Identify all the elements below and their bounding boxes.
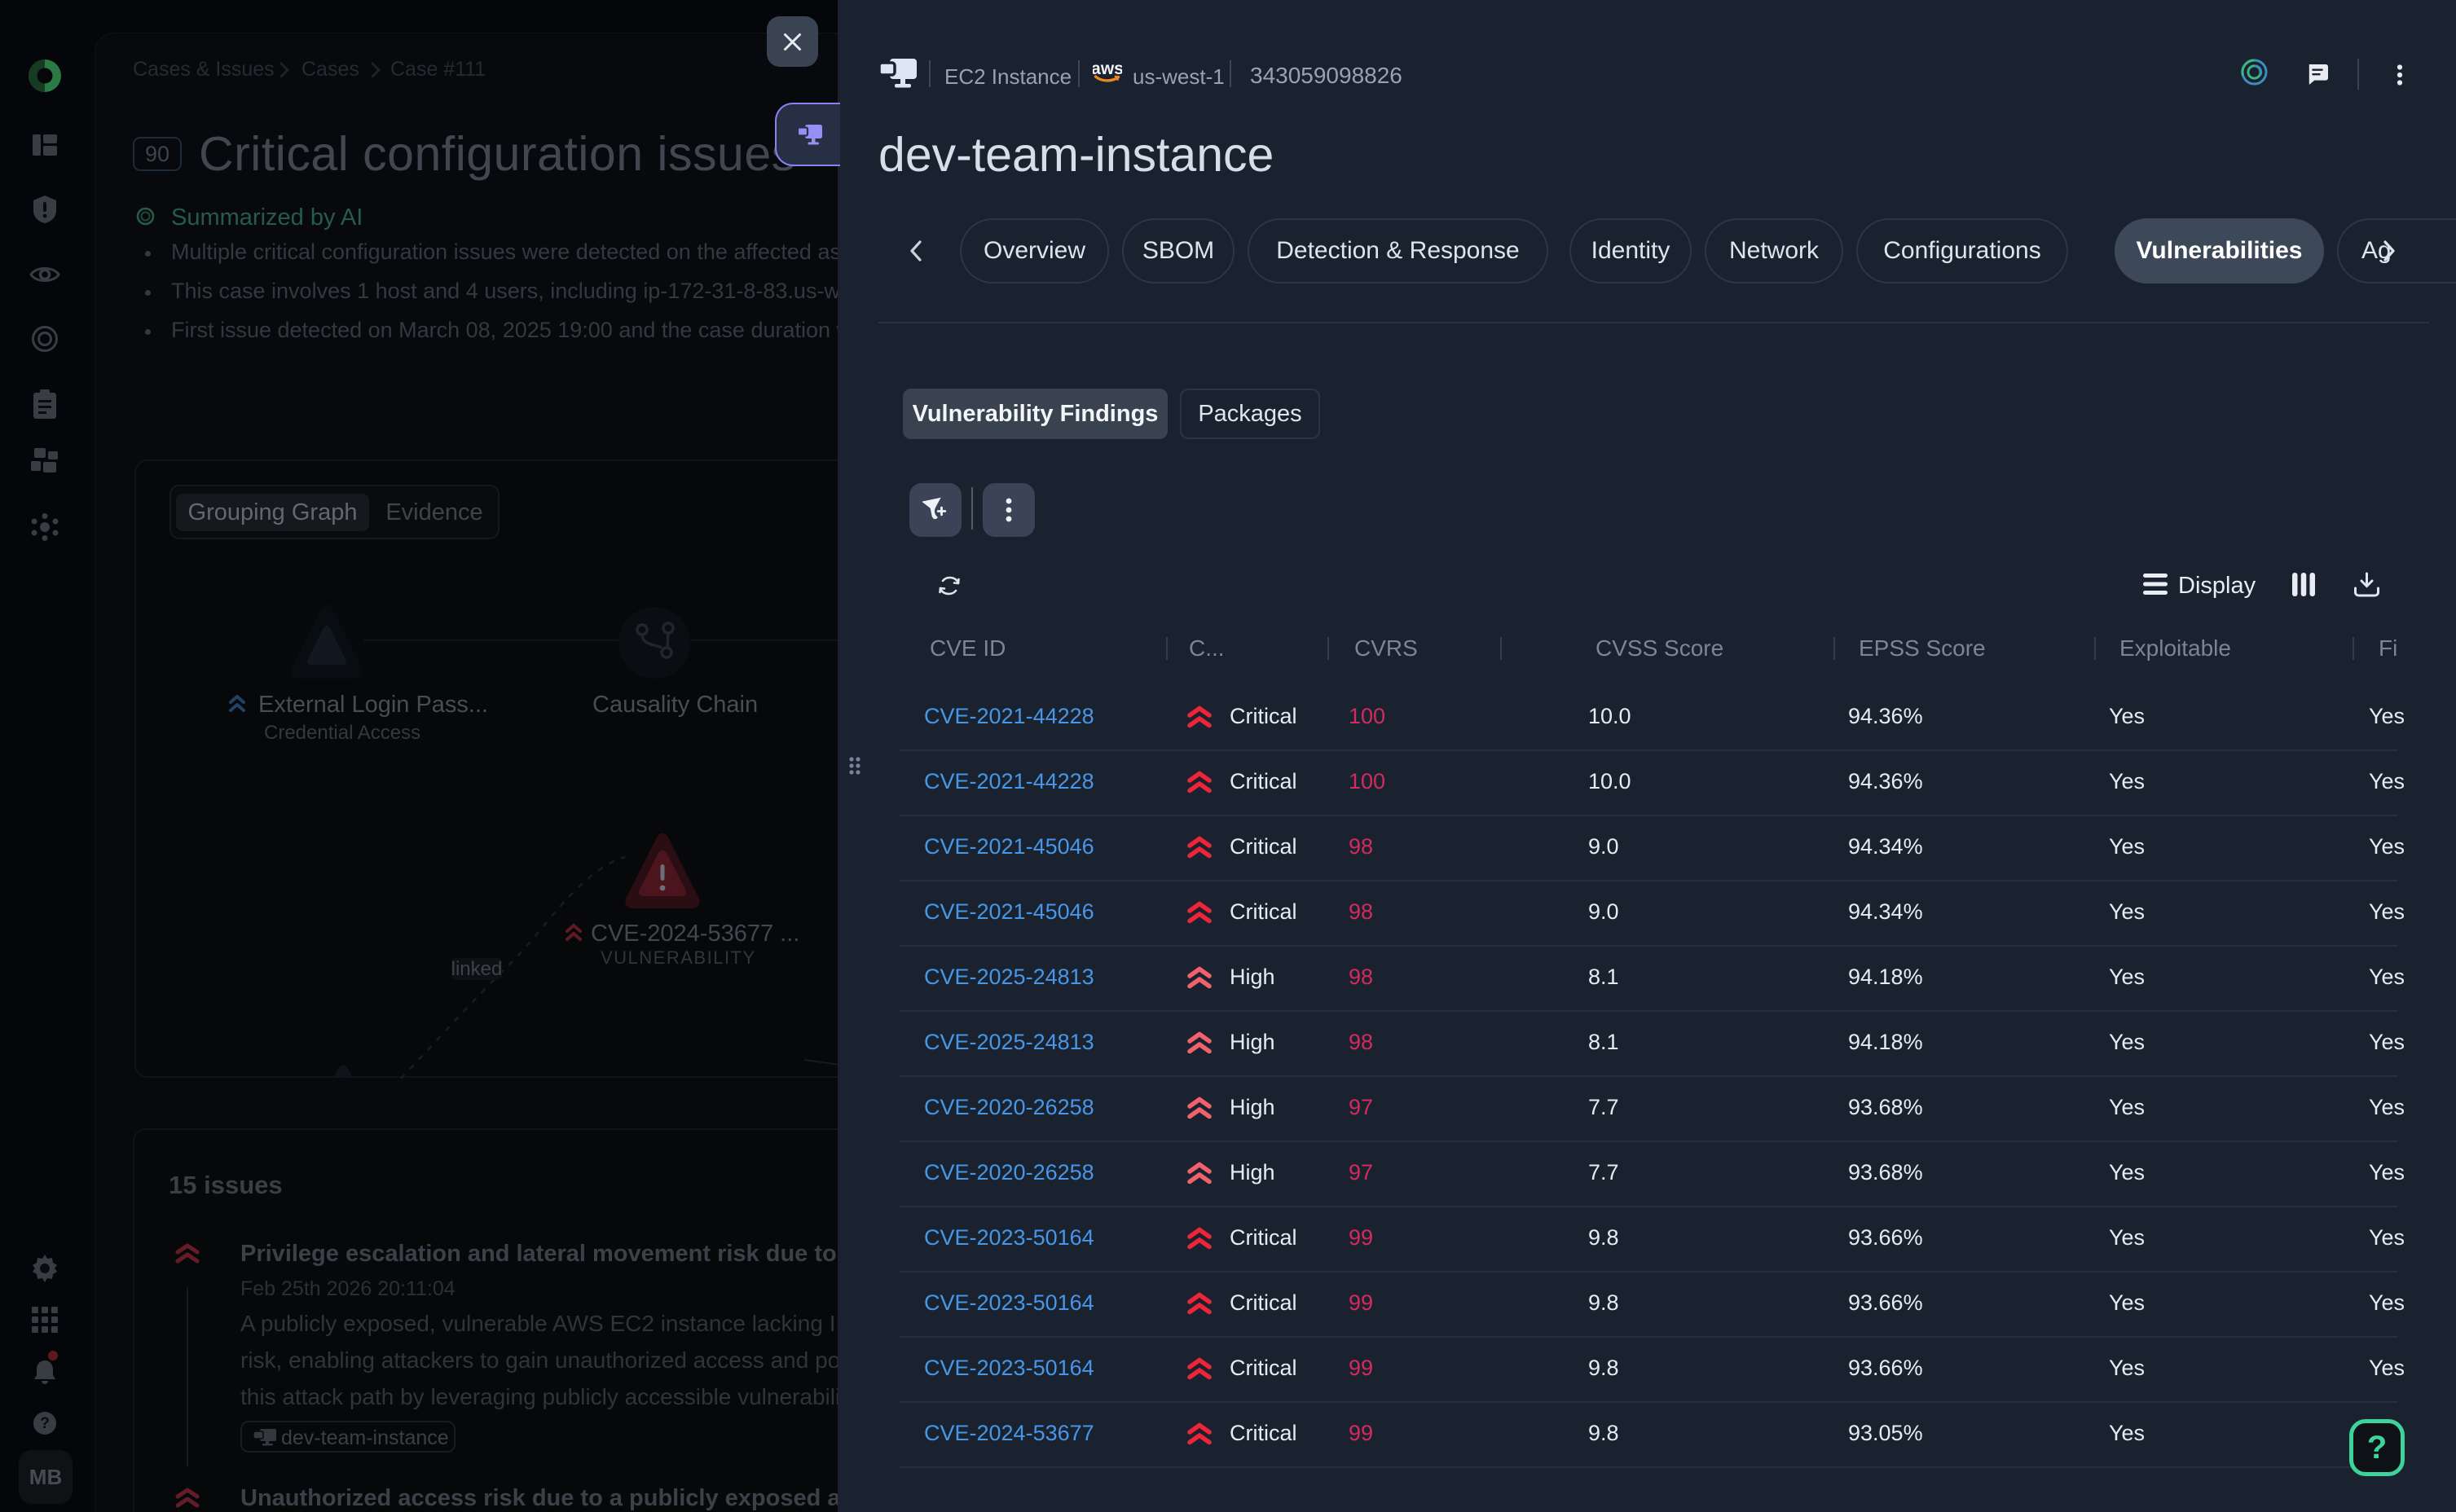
svg-text:?: ? bbox=[40, 1415, 50, 1432]
svg-text:aws: aws bbox=[1093, 59, 1122, 78]
